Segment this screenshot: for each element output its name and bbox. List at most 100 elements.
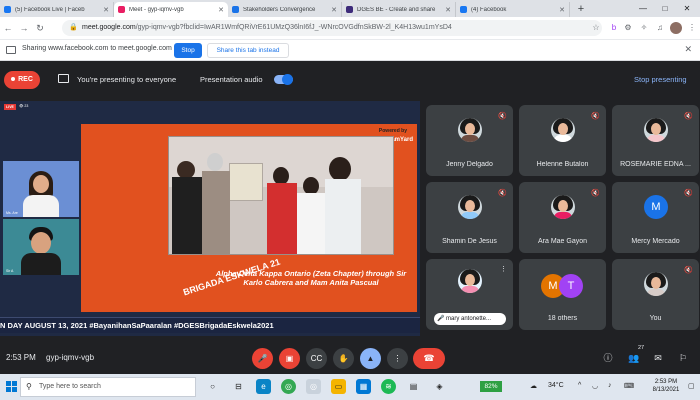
browser-tab[interactable]: (5) Facebook Live | Faceb ✕ xyxy=(0,2,114,17)
back-icon[interactable]: ← xyxy=(0,23,16,33)
muted-mic-icon: 🔇 xyxy=(684,113,693,120)
more-options-icon[interactable]: ⋮ xyxy=(500,265,507,273)
presentation-banner: Powered by StreamYard BRIGADA ESKWELA 21… xyxy=(81,124,417,312)
participant-avatar xyxy=(551,118,575,142)
media-icon[interactable]: ♫ xyxy=(654,22,666,34)
participant-name: Shamin De Jesus xyxy=(442,238,497,245)
app2-icon[interactable]: ◈ xyxy=(432,379,447,394)
side-name-1: Ms. Are xyxy=(6,211,18,215)
spotify-icon[interactable]: ≋ xyxy=(381,379,396,394)
participant-avatar xyxy=(458,195,482,219)
clock-date: 8/13/2021 xyxy=(652,387,680,393)
windows-taskbar: ⚲ Type here to search ○ ⊟ e ◎ ◎ ▭ ▦ ≋ ▤ … xyxy=(0,374,700,400)
tray-chevron-icon[interactable]: ^ xyxy=(578,382,581,389)
volume-icon[interactable]: ♪ xyxy=(608,382,612,389)
network-icon[interactable]: ◡ xyxy=(592,382,598,390)
app-icon[interactable]: ▤ xyxy=(406,379,421,394)
extension-b-icon[interactable]: b xyxy=(608,22,620,34)
presenting-icon xyxy=(58,74,69,83)
forward-icon[interactable]: → xyxy=(16,23,32,33)
browser-tab[interactable]: Meet - gyp-iqmv-vgb ✕ xyxy=(114,2,228,17)
url-path: /gyp-iqmv-vgb?fbclid=IwAR1WmfQRiVrE61UMz… xyxy=(135,24,452,31)
reload-icon[interactable]: ↻ xyxy=(32,23,48,34)
tab-close-icon[interactable]: ✕ xyxy=(445,6,451,14)
presentation-audio-label: Presentation audio xyxy=(200,75,263,84)
muted-mic-icon: 🔇 xyxy=(591,113,600,120)
banner-caption: Alpha Delta Kappa Ontario (Zeta Chapter)… xyxy=(215,269,407,287)
store-icon[interactable]: ▦ xyxy=(356,379,371,394)
live-badge: LIVE xyxy=(4,104,16,110)
battery-indicator[interactable]: 82% xyxy=(480,381,502,392)
share-this-tab-button[interactable]: Share this tab instead xyxy=(207,43,289,58)
presentation-audio-toggle[interactable] xyxy=(274,74,293,85)
record-dot-icon xyxy=(11,77,16,82)
settings-gear-icon[interactable]: ⚙ xyxy=(622,22,634,34)
chrome-active-icon[interactable]: ◎ xyxy=(306,379,321,394)
close-bar-icon[interactable]: ✕ xyxy=(684,44,692,55)
presenting-text: You're presenting to everyone xyxy=(77,75,177,84)
participant-name: Ara Mae Gayon xyxy=(537,238,588,245)
side-video-1: Ms. Are xyxy=(3,161,79,217)
present-button[interactable]: ▲ xyxy=(360,348,381,369)
activities-icon[interactable]: ⚐ xyxy=(676,351,690,365)
maximize-icon[interactable]: □ xyxy=(654,0,676,17)
stop-presenting-button[interactable]: Stop presenting xyxy=(634,75,687,84)
stop-sharing-button[interactable]: Stop xyxy=(174,43,202,58)
more-options-button[interactable]: ⋮ xyxy=(387,348,408,369)
meeting-details-icon[interactable]: ⓘ xyxy=(601,351,615,365)
task-view-icon[interactable]: ○ xyxy=(205,379,220,394)
participant-tile[interactable]: 🔇 Ara Mae Gayon xyxy=(519,182,606,253)
recording-badge[interactable]: REC xyxy=(4,71,40,89)
raise-hand-button[interactable]: ✋ xyxy=(333,348,354,369)
people-icon[interactable]: 👥 xyxy=(627,351,641,365)
keyboard-icon[interactable]: ⌨ xyxy=(624,382,634,390)
participant-tile[interactable]: M 🔇 Mercy Mercado xyxy=(612,182,699,253)
chat-icon[interactable]: ✉ xyxy=(651,351,665,365)
tab-close-icon[interactable]: ✕ xyxy=(559,6,565,14)
file-explorer-icon[interactable]: ▭ xyxy=(331,379,346,394)
participant-tile[interactable]: ⋮ 🎤 mary antonette... xyxy=(426,259,513,330)
end-call-button[interactable]: ☎ xyxy=(413,348,445,369)
tab-favicon-icon xyxy=(460,6,467,13)
meet-window: REC You're presenting to everyone Presen… xyxy=(0,61,700,374)
rec-label: REC xyxy=(18,76,33,83)
chrome-icon[interactable]: ◎ xyxy=(281,379,296,394)
minimize-icon[interactable]: — xyxy=(632,0,654,17)
tab-close-icon[interactable]: ✕ xyxy=(218,6,224,14)
participant-tile[interactable]: 🔇 Helenne Butalon xyxy=(519,105,606,176)
mic-off-button[interactable]: 🎤 xyxy=(252,348,273,369)
browser-tab[interactable]: (4) Facebook ✕ xyxy=(456,2,570,17)
meeting-controls-bar: 2:53 PM gyp-iqmv-vgb 🎤 ▣ CC ✋ ▲ ⋮ ☎ ⓘ 27… xyxy=(0,341,700,374)
participant-tile[interactable]: 🔇 You xyxy=(612,259,699,330)
task-switch-icon[interactable]: ⊟ xyxy=(231,379,246,394)
camera-off-button[interactable]: ▣ xyxy=(279,348,300,369)
windows-start-icon[interactable] xyxy=(6,381,17,392)
browser-tab[interactable]: DGES BE - Create and share ✕ xyxy=(342,2,456,17)
taskbar-clock[interactable]: 2:53 PM 8/13/2021 xyxy=(649,378,683,394)
presentation-stage: LIVE 👁 23 Ms. Are Sir A Powered by Strea… xyxy=(0,101,420,336)
address-bar[interactable]: 🔒 meet.google.com/gyp-iqmv-vgb?fbclid=Iw… xyxy=(62,20,602,36)
close-window-icon[interactable]: ✕ xyxy=(676,0,698,17)
weather-icon[interactable]: ☁ xyxy=(530,382,537,390)
participant-tile[interactable]: 🔇 Shamin De Jesus xyxy=(426,182,513,253)
participant-tile[interactable]: 🔇 Jenny Delgado xyxy=(426,105,513,176)
browser-menu-icon[interactable]: ⋮ xyxy=(686,22,698,34)
muted-mic-icon: 🔇 xyxy=(684,190,693,197)
tab-close-icon[interactable]: ✕ xyxy=(103,6,109,14)
muted-mic-icon: 🔇 xyxy=(498,113,507,120)
profile-avatar[interactable] xyxy=(670,22,682,34)
tab-close-icon[interactable]: ✕ xyxy=(331,6,337,14)
participant-tile[interactable]: 🔇 ROSEMARIE EDNA ... xyxy=(612,105,699,176)
new-tab-button[interactable]: + xyxy=(572,2,590,17)
star-icon[interactable]: ☆ xyxy=(590,22,602,34)
edge-icon[interactable]: e xyxy=(256,379,271,394)
participant-tile[interactable]: M T 18 others xyxy=(519,259,606,330)
taskbar-search[interactable]: ⚲ Type here to search xyxy=(20,377,196,397)
notification-icon[interactable]: ▢ xyxy=(688,382,695,390)
clock-time: 2:53 PM xyxy=(654,379,678,385)
participant-name: Mercy Mercado xyxy=(631,238,680,245)
captions-button[interactable]: CC xyxy=(306,348,327,369)
browser-tab[interactable]: Stakeholders Convergence ✕ xyxy=(228,2,342,17)
participant-name: mary antonette... xyxy=(446,316,492,322)
puzzle-extensions-icon[interactable]: ✧ xyxy=(638,22,650,34)
